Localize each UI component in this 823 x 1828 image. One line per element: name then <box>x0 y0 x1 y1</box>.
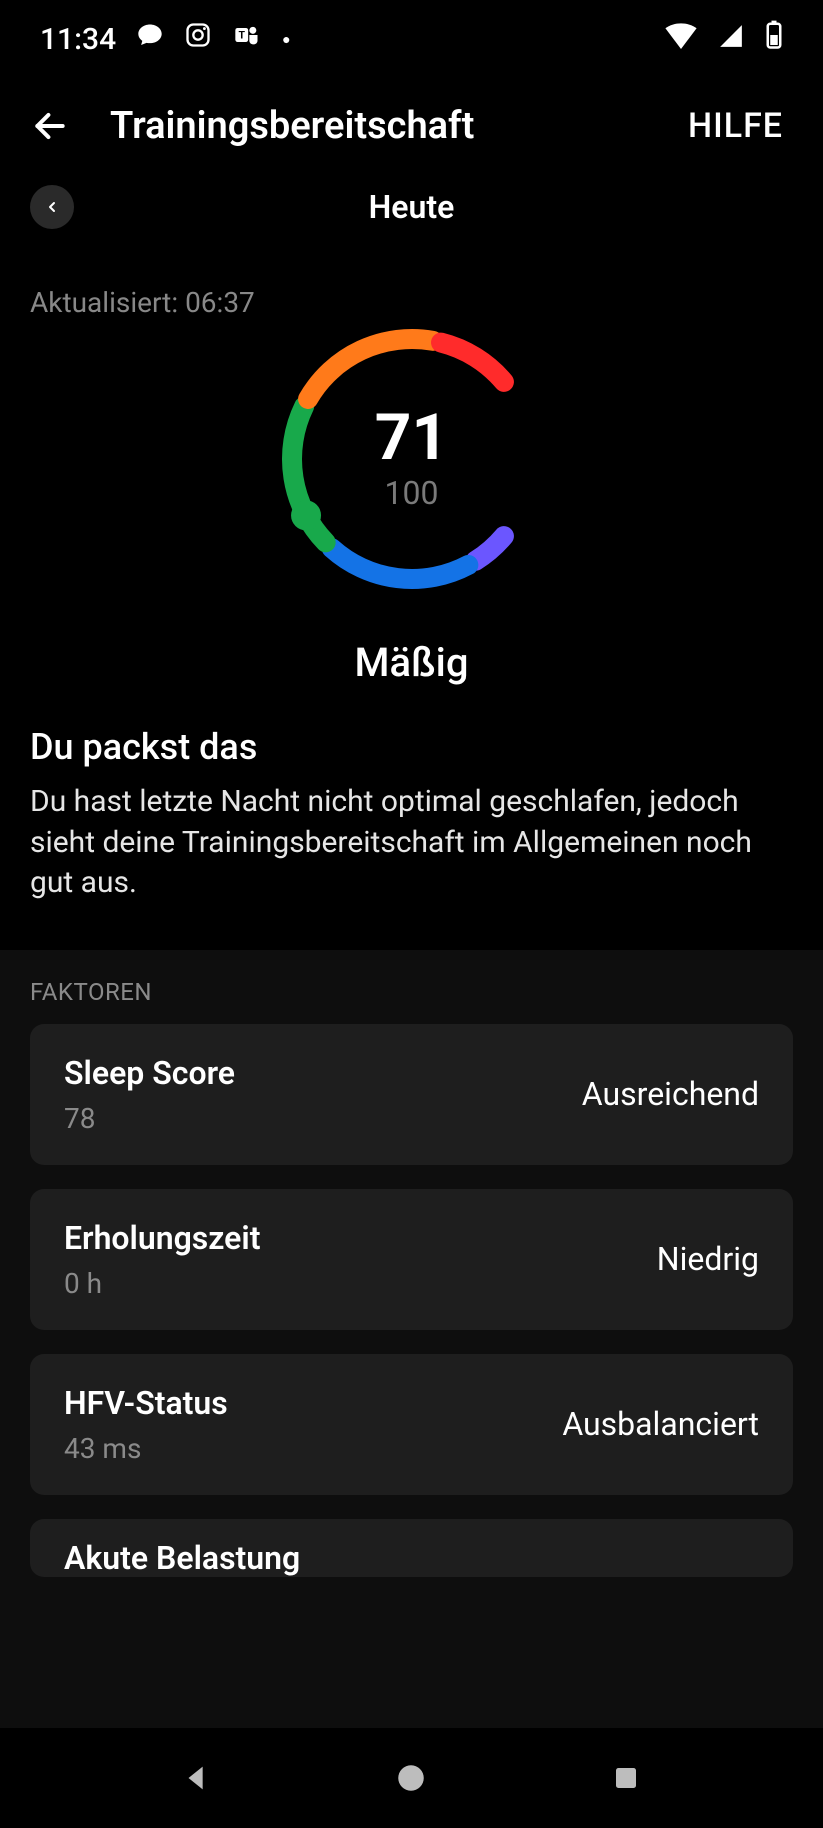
teams-icon: T <box>232 21 262 57</box>
system-nav-bar <box>0 1728 823 1828</box>
nav-home-icon[interactable] <box>389 1756 433 1800</box>
factor-name: Sleep Score <box>64 1054 235 1092</box>
status-bar: 11:34 T ● <box>0 0 823 68</box>
instagram-icon <box>184 21 212 57</box>
factor-card-acute-load[interactable]: Akute Belastung <box>30 1519 793 1577</box>
factors-section: FAKTOREN Sleep Score 78 Ausreichend Erho… <box>0 950 823 1729</box>
readiness-gauge: 71 100 <box>262 309 562 609</box>
factor-status: Ausbalanciert <box>562 1405 759 1443</box>
factor-card-sleep-score[interactable]: Sleep Score 78 Ausreichend <box>30 1024 793 1165</box>
factor-card-hrv-status[interactable]: HFV-Status 43 ms Ausbalanciert <box>30 1354 793 1495</box>
factor-status: Ausreichend <box>582 1075 759 1113</box>
date-picker: Heute <box>0 178 823 246</box>
gauge-max: 100 <box>385 474 439 512</box>
battery-icon <box>765 20 783 58</box>
back-arrow-icon[interactable] <box>30 106 70 146</box>
svg-text:T: T <box>239 29 246 42</box>
factor-status: Niedrig <box>657 1240 759 1278</box>
app-header: Trainingsbereitschaft HILFE <box>0 68 823 178</box>
previous-day-button[interactable] <box>30 185 74 229</box>
factor-card-recovery-time[interactable]: Erholungszeit 0 h Niedrig <box>30 1189 793 1330</box>
status-time: 11:34 <box>40 22 116 57</box>
dot-icon: ● <box>282 31 290 48</box>
message-title: Du packst das <box>30 726 793 768</box>
chat-bubble-icon <box>136 21 164 57</box>
page-title: Trainingsbereitschaft <box>110 104 688 148</box>
factor-value: 78 <box>64 1102 235 1135</box>
date-label[interactable]: Heute <box>369 188 455 226</box>
nav-recent-icon[interactable] <box>604 1756 648 1800</box>
message-block: Du packst das Du hast letzte Nacht nicht… <box>0 686 823 950</box>
gauge-rating: Mäßig <box>0 639 823 686</box>
factor-name: Akute Belastung <box>64 1539 300 1577</box>
nav-back-icon[interactable] <box>175 1756 219 1800</box>
factor-value: 0 h <box>64 1267 260 1300</box>
wifi-icon <box>665 22 697 57</box>
cell-signal-icon <box>717 22 745 57</box>
message-body: Du hast letzte Nacht nicht optimal gesch… <box>30 782 793 904</box>
gauge-value: 71 <box>375 406 448 470</box>
help-button[interactable]: HILFE <box>688 106 793 146</box>
factors-heading: FAKTOREN <box>0 978 823 1024</box>
factor-name: HFV-Status <box>64 1384 228 1422</box>
factor-name: Erholungszeit <box>64 1219 260 1257</box>
factor-value: 43 ms <box>64 1432 228 1465</box>
